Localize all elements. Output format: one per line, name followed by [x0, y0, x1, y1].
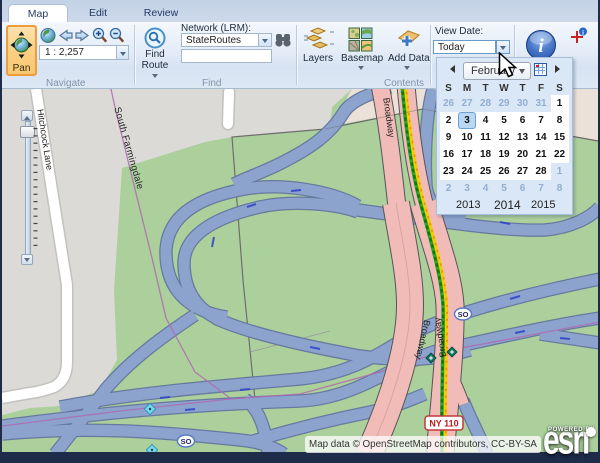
svg-text:i: i	[538, 36, 544, 57]
svg-text:SO: SO	[458, 310, 469, 319]
svg-text:NY 110: NY 110	[429, 419, 458, 429]
svg-text:SO: SO	[181, 437, 192, 446]
svg-text:i: i	[582, 30, 584, 37]
